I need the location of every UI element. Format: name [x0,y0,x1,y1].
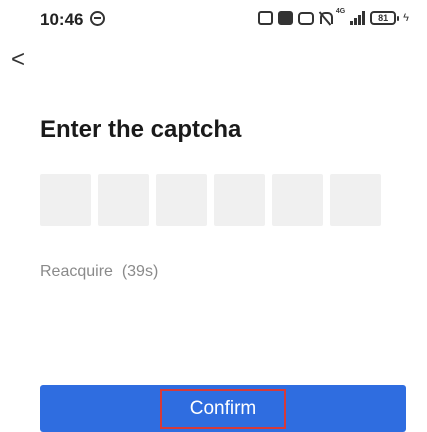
status-time: 10:46 [40,10,84,29]
captcha-input[interactable] [40,174,381,226]
status-icons: 4G 81 ϟ [257,8,409,28]
reacquire-countdown: Reacquire (39s) [40,263,159,280]
nfc-icon [297,11,314,25]
battery-level: 81 [378,13,389,23]
confirm-button[interactable]: Confirm [40,385,406,432]
status-bar: 10:46 4G 81 ϟ [0,0,427,36]
captcha-slot[interactable] [214,174,265,226]
battery-icon: 81 [370,11,400,25]
captcha-slot[interactable] [330,174,381,226]
charging-icon: ϟ [403,12,409,24]
captcha-slot[interactable] [272,174,323,226]
notification-icon [257,11,273,25]
dnd-icon [90,11,105,26]
back-button[interactable]: < [4,44,32,76]
captcha-slot[interactable] [40,174,91,226]
confirm-label: Confirm [159,388,287,429]
captcha-screen: 10:46 4G 81 ϟ < Enter the captcha Reacqu… [0,0,427,432]
mute-icon [319,11,333,25]
captcha-slot[interactable] [156,174,207,226]
page-title: Enter the captcha [40,116,242,143]
signal-icon [350,11,366,25]
captcha-slot[interactable] [98,174,149,226]
network-type-label: 4G [335,8,346,15]
app-icon [277,11,293,25]
